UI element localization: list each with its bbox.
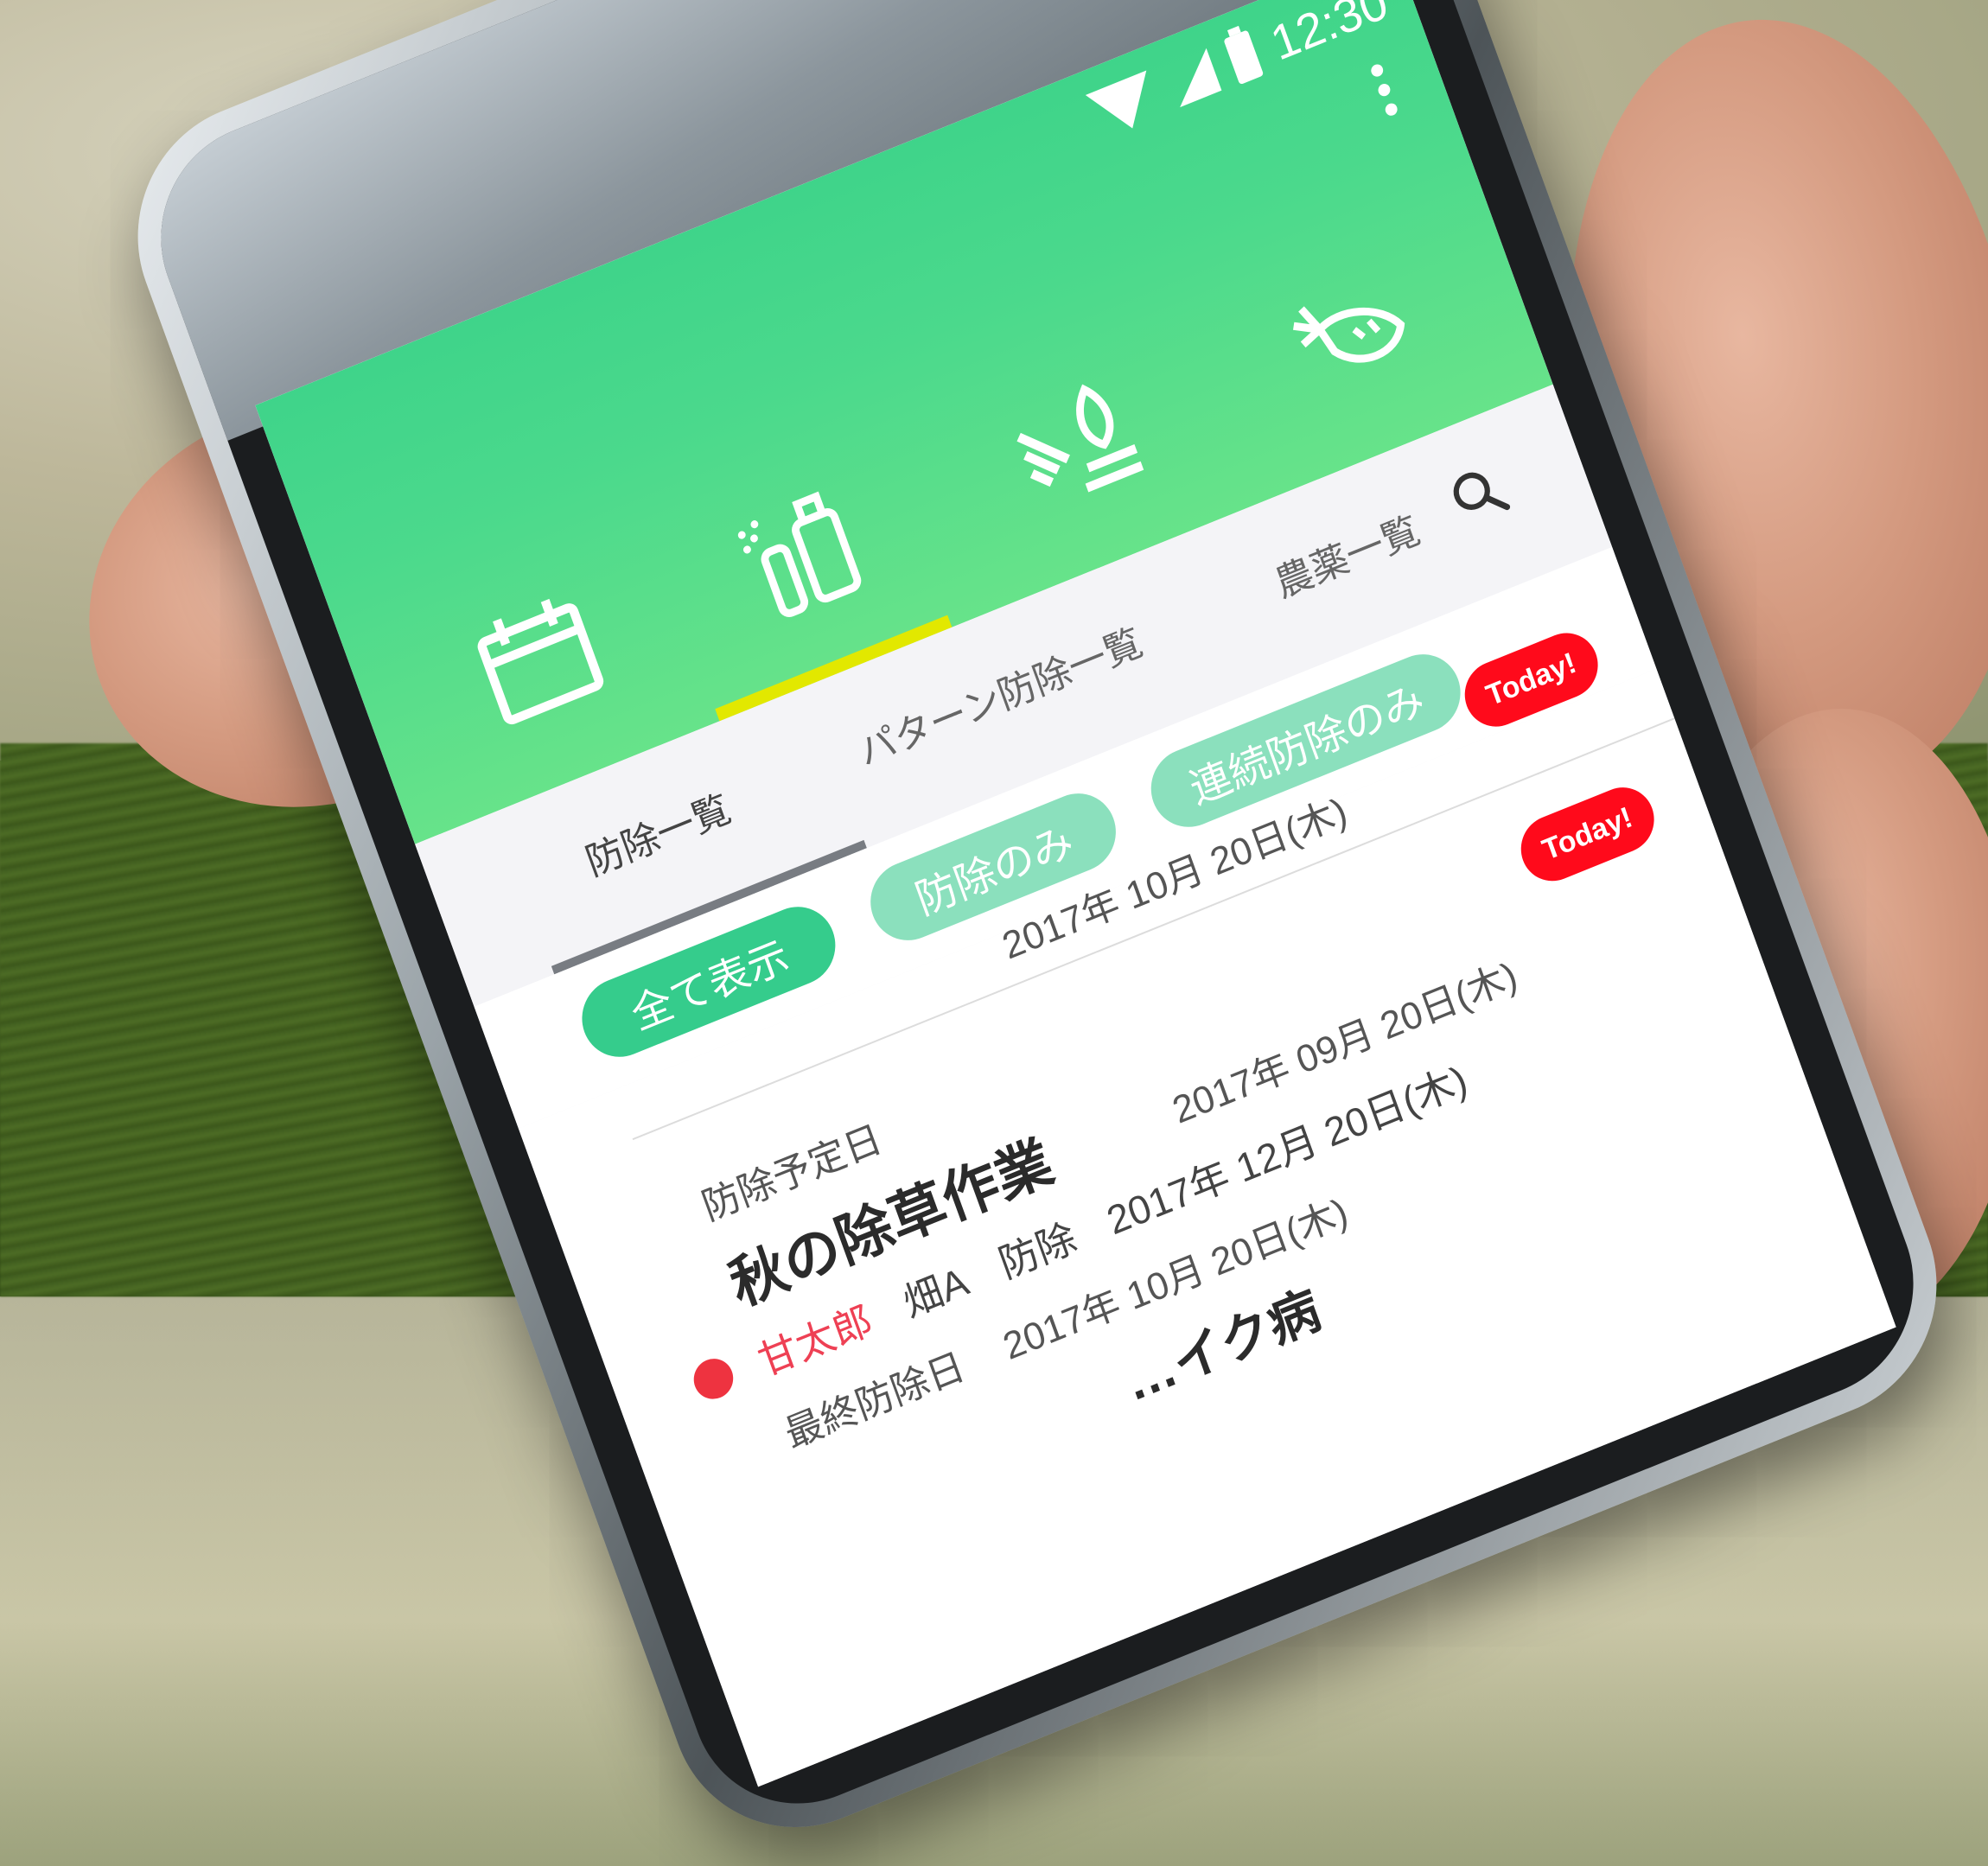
field-tag: 畑A: [897, 1258, 974, 1326]
type-tag: 防除: [992, 1214, 1082, 1287]
status-dot: [688, 1353, 739, 1405]
subtab-spray-list[interactable]: 防除一覧: [577, 778, 737, 887]
battery-icon: [1222, 29, 1264, 85]
status-time: 12:30: [1264, 0, 1395, 71]
signal-icon: [1164, 48, 1222, 107]
carrot-icon: [1292, 306, 1405, 363]
spray-icon: [737, 491, 861, 618]
today-badge: Today!: [1512, 777, 1664, 891]
overflow-menu-icon[interactable]: [1369, 62, 1402, 125]
calendar-icon: [477, 599, 603, 725]
subtab-pesticide-list[interactable]: 農薬一覧: [1266, 500, 1426, 608]
field-icon: [1016, 384, 1144, 493]
search-icon[interactable]: [1439, 455, 1516, 534]
wifi-icon: [1085, 70, 1163, 141]
